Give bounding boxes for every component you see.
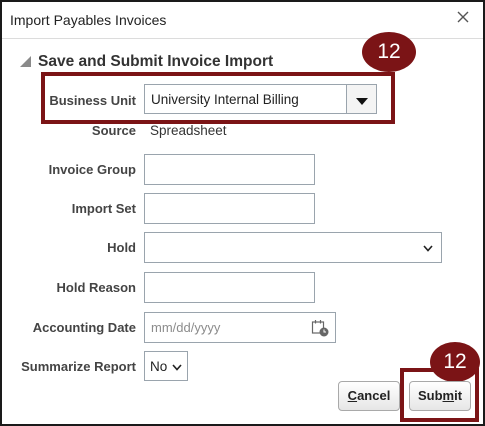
hold-reason-label: Hold Reason — [56, 280, 136, 295]
section-title: Save and Submit Invoice Import — [38, 53, 274, 70]
invoice-group-input[interactable] — [144, 154, 315, 185]
chevron-down-icon — [423, 245, 433, 252]
cancel-mnemonic: C — [347, 388, 358, 403]
import-set-input[interactable] — [144, 193, 315, 224]
accounting-date-input[interactable]: mm/dd/yyyy — [144, 312, 336, 343]
dialog-title: Import Payables Invoices — [10, 12, 167, 28]
submit-label-post: it — [454, 388, 463, 403]
summarize-report-select[interactable]: No — [144, 351, 188, 381]
step-callout-badge: 12 — [362, 32, 416, 72]
collapse-triangle-icon[interactable] — [20, 56, 31, 67]
source-label: Source — [91, 123, 136, 138]
submit-mnemonic: m — [442, 388, 455, 403]
cancel-label-rest: ancel — [357, 388, 391, 403]
accounting-date-placeholder: mm/dd/yyyy — [151, 320, 221, 335]
hold-select[interactable] — [144, 232, 442, 263]
cancel-button[interactable]: Cancel — [338, 381, 400, 411]
business-unit-value: University Internal Billing — [151, 92, 299, 107]
dialog-titlebar: Import Payables Invoices — [2, 2, 483, 39]
submit-button[interactable]: Submit — [409, 381, 471, 411]
hold-reason-input[interactable] — [144, 272, 315, 303]
triangle-down-icon — [356, 98, 368, 105]
submit-label-pre: Sub — [417, 388, 443, 403]
business-unit-label: Business Unit — [49, 93, 136, 108]
hold-label: Hold — [107, 240, 136, 255]
invoice-group-label: Invoice Group — [48, 162, 136, 177]
source-value: Spreadsheet — [150, 123, 227, 138]
calendar-icon[interactable] — [311, 319, 329, 337]
summarize-report-label: Summarize Report — [21, 359, 136, 374]
business-unit-dropdown-button[interactable] — [346, 85, 376, 113]
summarize-report-value: No — [150, 359, 168, 374]
business-unit-select[interactable]: University Internal Billing — [144, 84, 377, 114]
chevron-down-icon — [172, 364, 182, 371]
close-icon[interactable] — [456, 10, 470, 24]
accounting-date-label: Accounting Date — [32, 320, 136, 335]
import-payables-invoices-dialog: Import Payables Invoices Save and Submit… — [0, 0, 485, 426]
import-set-label: Import Set — [71, 201, 136, 216]
